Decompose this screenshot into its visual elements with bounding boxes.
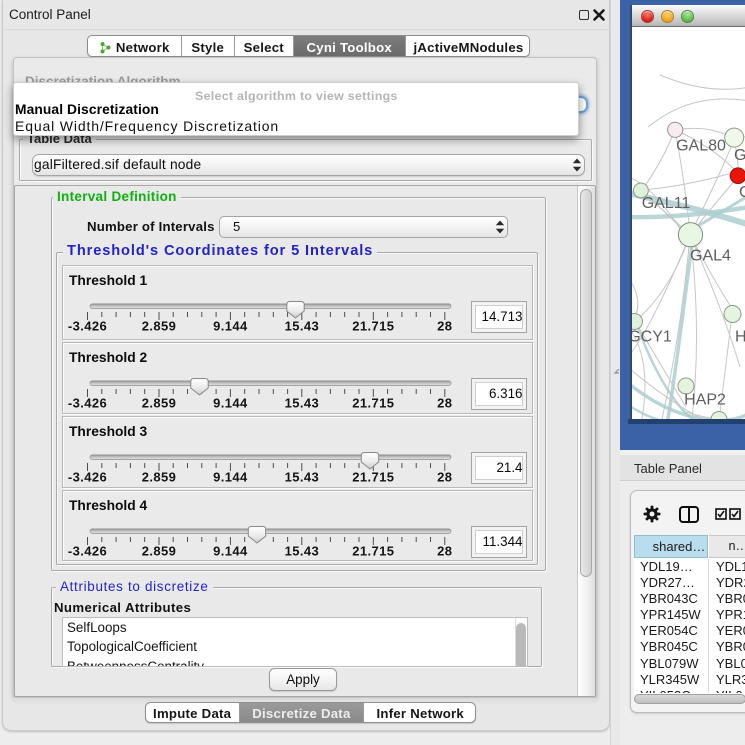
svg-text:2.859: 2.859 [142, 544, 177, 559]
svg-text:9.144: 9.144 [213, 544, 248, 559]
svg-text:15.43: 15.43 [285, 318, 320, 333]
svg-text:9.144: 9.144 [213, 395, 248, 410]
svg-text:21.715: 21.715 [352, 318, 394, 333]
svg-text:-3.426: -3.426 [68, 395, 107, 410]
svg-text:28: 28 [437, 544, 452, 559]
svg-text:28: 28 [437, 318, 452, 333]
svg-text:-3.426: -3.426 [68, 318, 107, 333]
svg-text:21.715: 21.715 [352, 544, 394, 559]
svg-text:-3.426: -3.426 [68, 470, 107, 485]
svg-text:2.859: 2.859 [142, 395, 177, 410]
svg-text:9.144: 9.144 [213, 470, 248, 485]
svg-text:GAL: GAL [734, 147, 745, 164]
svg-text:C: C [739, 184, 745, 201]
svg-text:GAL80: GAL80 [676, 138, 726, 155]
svg-text:H: H [735, 329, 745, 346]
svg-text:-3.426: -3.426 [68, 544, 107, 559]
svg-text:GAL11: GAL11 [642, 195, 691, 212]
svg-text:GCY1: GCY1 [632, 329, 672, 346]
svg-text:2.859: 2.859 [142, 470, 177, 485]
svg-text:28: 28 [437, 470, 452, 485]
svg-text:2.859: 2.859 [142, 318, 177, 333]
svg-text:21.715: 21.715 [352, 470, 394, 485]
svg-text:GAL4: GAL4 [690, 248, 731, 265]
svg-text:28: 28 [437, 395, 452, 410]
svg-text:HAP2: HAP2 [684, 392, 726, 409]
svg-text:15.43: 15.43 [285, 544, 320, 559]
svg-text:15.43: 15.43 [285, 395, 320, 410]
svg-text:15.43: 15.43 [285, 470, 320, 485]
svg-text:9.144: 9.144 [213, 318, 248, 333]
svg-text:21.715: 21.715 [352, 395, 394, 410]
